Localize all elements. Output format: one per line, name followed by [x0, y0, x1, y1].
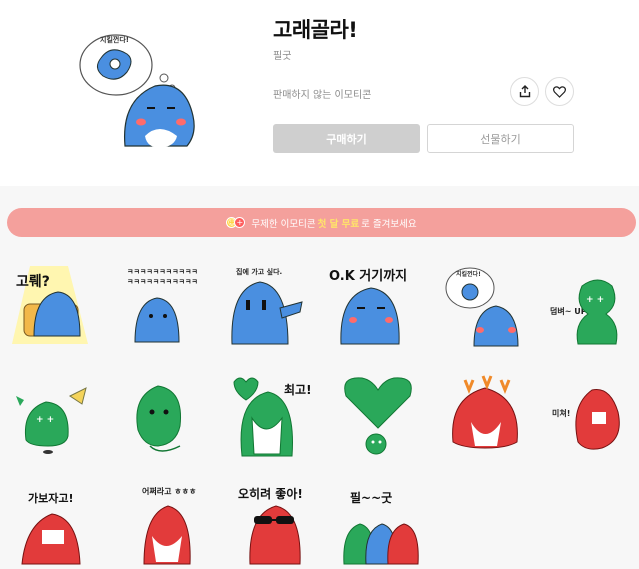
plus-badge-icon: +	[234, 217, 246, 228]
sticker-6[interactable]: 덤벼~ UP + +	[548, 258, 634, 348]
svg-text:+ +: + +	[36, 415, 54, 425]
sticker-caption: 고뤠?	[16, 274, 50, 290]
sticker-caption-repeat: ㅋㅋㅋㅋㅋㅋㅋㅋㅋㅋㅋ	[127, 278, 198, 286]
banner-badges: ☺ +	[226, 217, 246, 228]
sticker-caption: 미쳐!	[552, 408, 570, 418]
sticker-caption: 어쩌라고 ㅎㅎㅎ	[142, 486, 196, 496]
hero-sticker-image: 지킬껀다!	[73, 10, 203, 150]
author-name[interactable]: 필굿	[273, 47, 291, 62]
gift-button[interactable]: 선물하기	[427, 124, 574, 153]
sticker-15[interactable]: 오히려 좋아!	[232, 478, 318, 568]
sticker-caption: 가보자고!	[28, 491, 74, 505]
sticker-14[interactable]: 어쩌라고 ㅎㅎㅎ	[124, 478, 210, 568]
sticker-1[interactable]: 고뤠?	[8, 258, 94, 348]
sticker-panel	[0, 186, 639, 569]
sticker-10[interactable]	[336, 370, 422, 460]
sticker-16[interactable]: 필~~굿	[336, 478, 422, 568]
sticker-caption: O.K 거기까지	[329, 269, 407, 284]
banner-suffix: 로 즐겨보세요	[361, 218, 417, 230]
buy-button[interactable]: 구매하기	[273, 124, 420, 153]
sticker-caption: 최고!	[284, 382, 312, 397]
hero-caption: 지킬껀다!	[100, 35, 129, 44]
sticker-3[interactable]: 집에 가고 싶다.	[218, 258, 304, 348]
sticker-12[interactable]: 미쳐!	[548, 370, 634, 460]
heart-icon	[553, 85, 566, 98]
sticker-2[interactable]: ㅋㅋㅋㅋㅋㅋㅋㅋㅋㅋㅋ ㅋㅋㅋㅋㅋㅋㅋㅋㅋㅋㅋ	[113, 258, 199, 348]
like-button[interactable]	[545, 77, 574, 106]
not-for-sale-note: 판매하지 않는 이모티콘	[273, 90, 372, 101]
svg-text:+ +: + +	[586, 295, 604, 305]
product-title: 고래골라!	[273, 18, 358, 42]
sticker-8[interactable]	[120, 370, 206, 460]
share-button[interactable]	[510, 77, 539, 106]
sticker-caption: 지킬껀다!	[456, 270, 481, 278]
sticker-caption: 집에 가고 싶다.	[236, 267, 282, 276]
sticker-13[interactable]: 가보자고!	[8, 478, 94, 568]
sticker-7[interactable]: + +	[8, 370, 94, 460]
subscription-banner[interactable]: ☺ + 무제한 이모티콘 첫 달 무료 로 즐겨보세요	[7, 208, 636, 237]
sticker-5[interactable]: 지킬껀다!	[440, 258, 526, 348]
sticker-caption: 필~~굿	[350, 490, 392, 505]
sticker-4[interactable]: O.K 거기까지	[327, 258, 413, 348]
banner-highlight: 첫 달 무료	[317, 218, 360, 230]
sticker-11[interactable]	[443, 370, 529, 460]
sticker-caption: 오히려 좋아!	[238, 486, 303, 501]
share-icon	[519, 85, 530, 98]
sticker-caption: ㅋㅋㅋㅋㅋㅋㅋㅋㅋㅋㅋ	[127, 268, 198, 276]
banner-prefix: 무제한 이모티콘	[251, 218, 316, 230]
sticker-9[interactable]: 최고!	[226, 370, 312, 460]
